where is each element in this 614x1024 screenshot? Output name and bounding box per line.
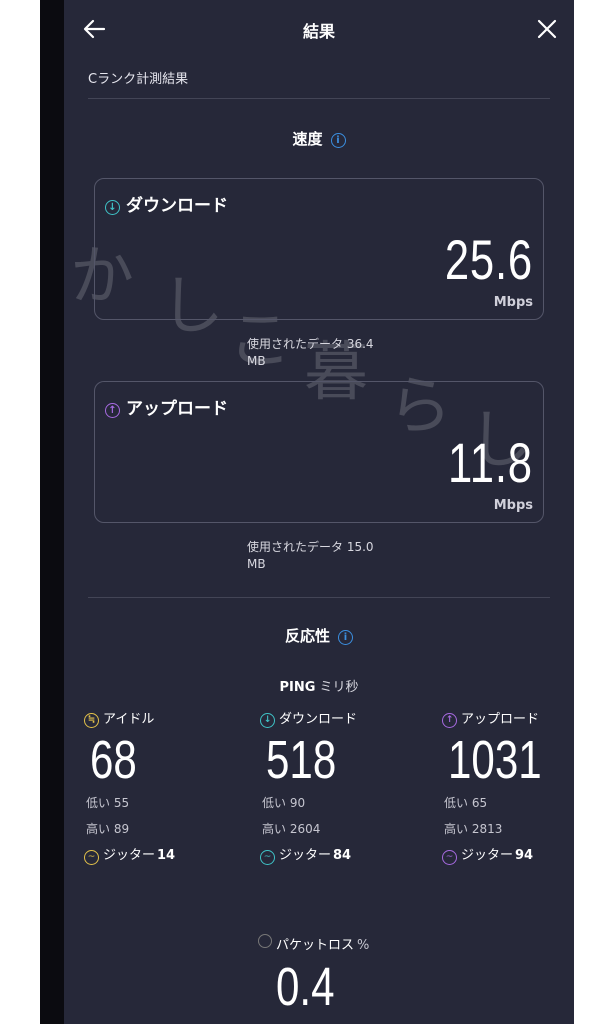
upload-speed-unit: Mbps <box>493 498 533 513</box>
jitter-label: ジッター <box>461 848 514 863</box>
download-label: ↓ ダウンロード <box>105 191 228 216</box>
left-edge-strip <box>40 0 64 1024</box>
idle-icon: ≒ <box>84 713 99 728</box>
ping-download-value: 518 <box>266 730 337 790</box>
ping-download-label: ↓ ダウンロード <box>260 708 420 728</box>
upload-speed-value: 11.8 <box>448 431 533 494</box>
divider <box>88 98 550 99</box>
ping-upload-label: ↑ アップロード <box>442 708 574 728</box>
ping-idle-column: ≒ アイドル 68 低い 55 高い 89 ~ ジッター 14 <box>84 708 244 865</box>
info-icon[interactable]: i <box>330 133 346 148</box>
ping-idle-label: ≒ アイドル <box>84 708 244 728</box>
arrow-up-circle-icon: ↑ <box>442 713 457 728</box>
jitter-label: ジッター <box>103 848 156 863</box>
page-title: 結果 <box>302 22 335 41</box>
arrow-down-circle-icon: ↓ <box>260 713 275 728</box>
download-speed-unit: Mbps <box>493 295 533 310</box>
divider <box>88 597 550 598</box>
arrow-up-circle-icon: ↑ <box>105 403 120 418</box>
packet-loss-unit: % <box>357 938 370 953</box>
idle-label-text: アイドル <box>103 712 155 727</box>
upload-label: ↑ アップロード <box>105 394 228 419</box>
ping-label: PING <box>279 680 316 695</box>
arrow-down-circle-icon: ↓ <box>105 200 120 215</box>
packet-loss-label: パケットロス% <box>258 934 369 953</box>
speed-title-text: 速度 <box>292 130 323 148</box>
ping-idle-low: 低い 55 <box>86 796 130 810</box>
results-screen: か し こ 暮 ら し 結果 Cランク計測結果 速度 i ↓ ダウンロード 25.6… <box>64 0 574 1024</box>
ping-upload-low: 低い 65 <box>444 796 488 810</box>
ping-download-low: 低い 90 <box>262 796 306 810</box>
upload-speed-card: ↑ アップロード 11.8 Mbps <box>94 381 544 523</box>
jitter-icon: ~ <box>84 850 99 865</box>
ping-upload-column: ↑ アップロード 1031 低い 65 高い 2813 ~ ジッター 94 <box>442 708 574 865</box>
jitter-value: 84 <box>333 848 352 863</box>
download-speed-value: 25.6 <box>444 228 533 291</box>
download-data-used: 使用されたデータ 36.4 MB <box>247 336 407 370</box>
ping-heading: PING ミリ秒 <box>64 676 574 695</box>
ping-unit: ミリ秒 <box>319 680 359 695</box>
ping-idle-jitter: ~ ジッター 14 <box>84 844 244 865</box>
download-speed-card: ↓ ダウンロード 25.6 Mbps <box>94 178 544 320</box>
upload-label-text: アップロード <box>126 399 228 419</box>
responsiveness-title-text: 反応性 <box>284 627 330 645</box>
jitter-icon: ~ <box>260 850 275 865</box>
info-icon[interactable]: i <box>338 630 353 645</box>
upload-data-used: 使用されたデータ 15.0 MB <box>247 539 407 573</box>
download-data-used-line1: 使用されたデータ 36.4 <box>247 337 374 351</box>
ping-upload-value: 1031 <box>448 730 542 790</box>
jitter-label: ジッター <box>279 848 332 863</box>
download-data-used-line2: MB <box>247 354 266 368</box>
ping-idle-value: 68 <box>90 730 137 790</box>
jitter-value: 94 <box>515 848 534 863</box>
ping-download-label-text: ダウンロード <box>279 712 358 727</box>
jitter-icon: ~ <box>442 850 457 865</box>
packet-loss-icon <box>258 934 272 948</box>
top-bar: 結果 <box>64 0 574 60</box>
ping-download-jitter: ~ ジッター 84 <box>260 844 420 865</box>
download-label-text: ダウンロード <box>126 196 228 216</box>
responsiveness-section-title: 反応性 i <box>64 625 574 646</box>
speed-section-title: 速度 i <box>64 128 574 149</box>
jitter-value: 14 <box>157 848 176 863</box>
upload-data-used-line2: MB <box>247 557 266 571</box>
packet-loss-label-text: パケットロス <box>276 938 355 953</box>
packet-loss-value: 0.4 <box>276 957 335 1017</box>
ping-upload-high: 高い 2813 <box>444 822 503 836</box>
ping-download-column: ↓ ダウンロード 518 低い 90 高い 2604 ~ ジッター 84 <box>260 708 420 865</box>
upload-data-used-line1: 使用されたデータ 15.0 <box>247 540 374 554</box>
ping-idle-high: 高い 89 <box>86 822 130 836</box>
ping-upload-label-text: アップロード <box>461 712 540 727</box>
ping-upload-jitter: ~ ジッター 94 <box>442 844 574 865</box>
close-icon[interactable] <box>532 14 562 44</box>
ping-download-high: 高い 2604 <box>262 822 321 836</box>
rank-subtitle: Cランク計測結果 <box>88 72 189 87</box>
